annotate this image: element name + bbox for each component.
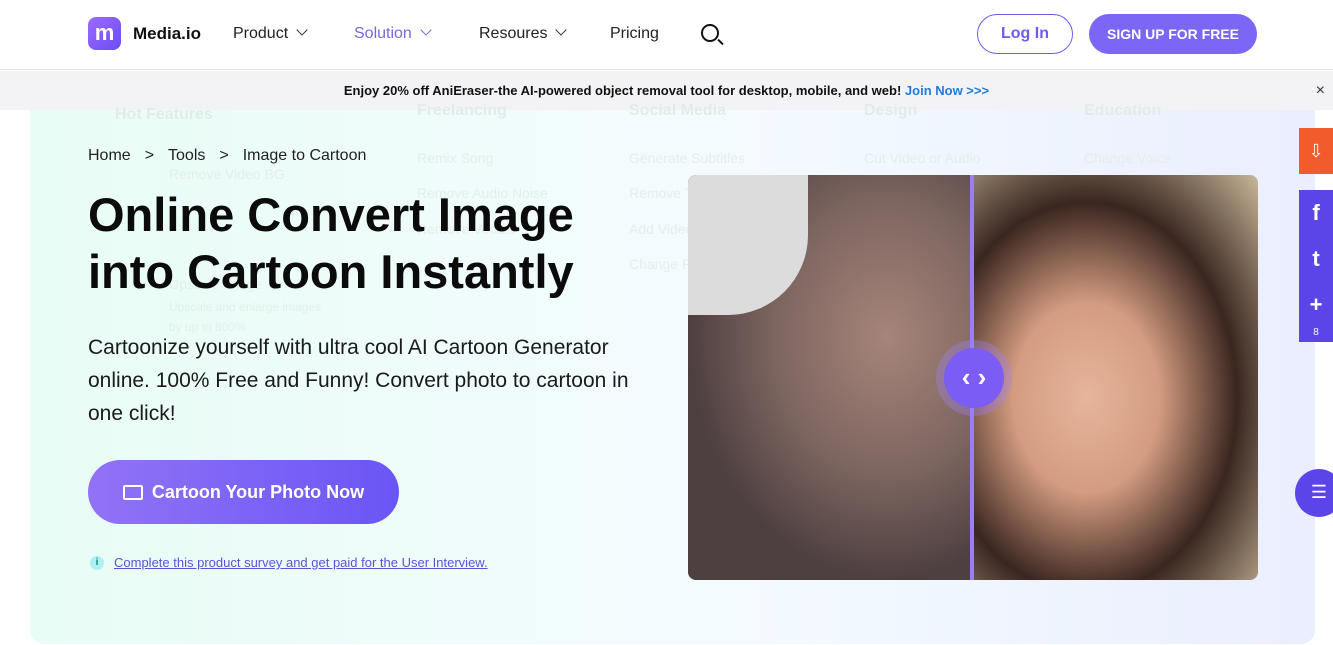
ghost-col-title: Social Media [629,102,726,119]
search-icon[interactable] [701,24,719,42]
media-io-logo[interactable]: m [88,17,121,50]
ghost-col-title: Education [1084,102,1162,119]
nav-label: Pricing [610,25,659,42]
page-title: Online Convert Image into Cartoon Instan… [88,188,574,298]
nav-pricing[interactable]: Pricing [610,25,659,43]
ghost-item: Remix Song [417,150,494,166]
ghost-item: Cut Video or Audio [864,150,981,166]
nav-label: Resoures [479,25,548,42]
survey-link[interactable]: Complete this product survey and get pai… [114,555,488,570]
ghost-item: Change Voice [1084,150,1172,166]
folder-open-icon [122,484,143,500]
nav-label: Solution [354,25,412,42]
nav-resources[interactable]: Resoures [479,24,568,43]
nav-product[interactable]: Product [233,24,308,43]
chevrons-left-right-icon: ‹ › [944,348,1004,408]
close-icon[interactable]: × [1316,71,1325,110]
promo-text: Enjoy 20% off AniEraser-the AI-powered o… [343,83,902,98]
cartoon-image [688,175,972,580]
breadcrumb-tools[interactable]: Tools [168,147,205,164]
login-button[interactable]: Log In [977,14,1073,54]
info-icon: i [90,555,104,570]
facebook-icon[interactable]: f [1299,190,1333,236]
plus-share-icon[interactable]: + [1299,282,1333,328]
nav-label: Product [233,25,289,42]
cta-label: Cartoon Your Photo Now [151,481,365,502]
breadcrumb-home[interactable]: Home [88,147,131,164]
ghost-hot-title: Hot Features [115,106,213,123]
hero-description: Cartoonize yourself with ultra cool AI C… [88,336,629,425]
breadcrumb-separator: > [219,147,229,164]
desktop-download-icon[interactable]: ⇩ [1299,128,1333,174]
survey-notice: i Complete this product survey and get p… [90,555,488,570]
signup-button[interactable]: SIGN UP FOR FREE [1089,14,1257,54]
cartoon-your-photo-button[interactable]: Cartoon Your Photo Now [88,460,399,524]
slider-handle[interactable]: ‹ › [936,340,1012,416]
ghost-item: Upscale and enlarge images [169,300,322,314]
breadcrumb: Home > Tools > Image to Cartoon [88,147,380,165]
chevron-down-icon [296,24,308,36]
share-count: 8 [1313,327,1319,338]
ghost-col-title: Freelancing [417,102,507,119]
nav-solution[interactable]: Solution [354,24,432,43]
top-nav: m Media.io Product Solution Resoures Pri… [0,0,1333,70]
ghost-item: Generate Subtitles [629,150,745,166]
before-after-comparison[interactable]: ‹ › [688,175,1258,580]
ghost-col-title: Design [864,102,918,119]
brand-name[interactable]: Media.io [133,24,201,44]
chevron-down-icon [420,24,432,36]
share-bar: f t + 8 [1299,190,1333,342]
original-photo [972,175,1258,580]
chevron-down-icon [555,24,568,36]
breadcrumb-separator: > [144,147,155,164]
ghost-item: Remove Video BG [169,166,285,182]
breadcrumb-current: Image to Cartoon [242,147,367,164]
twitter-icon[interactable]: t [1299,236,1333,282]
join-now-link[interactable]: Join Now >>> [905,83,989,98]
